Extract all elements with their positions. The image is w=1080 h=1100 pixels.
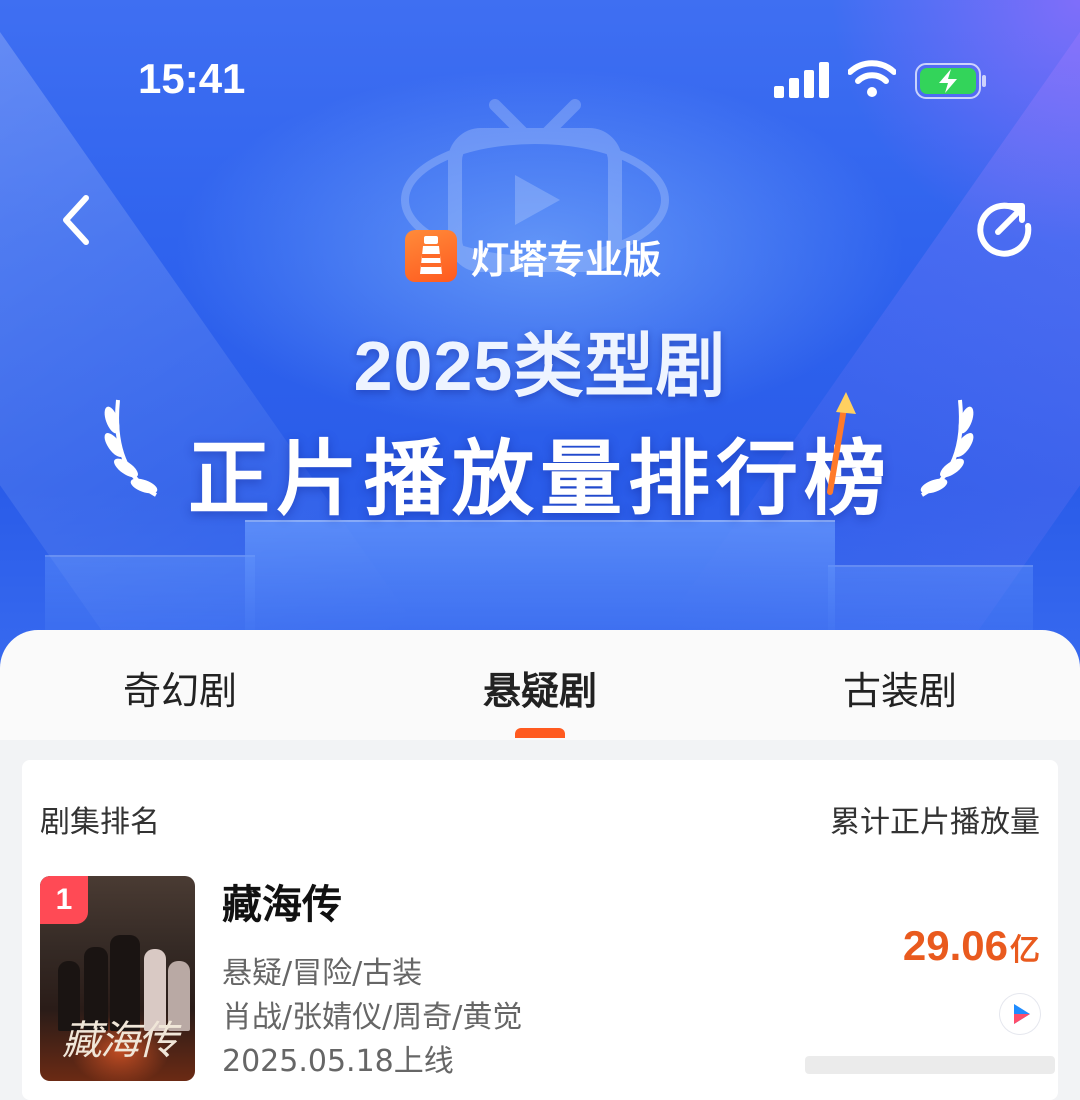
plays-column-header: 累计正片播放量: [830, 805, 1040, 840]
tab-fantasy[interactable]: 奇幻剧: [60, 660, 300, 715]
drama-cast: 肖战/张婧仪/周奇/黄觉: [222, 1000, 523, 1035]
status-time: 15:41: [138, 55, 246, 102]
watermark: [805, 1046, 1055, 1084]
back-chevron-icon[interactable]: [58, 190, 98, 250]
hero-glow: [820, 0, 1080, 240]
youku-play-icon[interactable]: [1000, 994, 1040, 1034]
cellular-signal-icon: [774, 62, 829, 98]
play-count: 29.06 亿: [903, 922, 1040, 970]
poster-title-art: 藏海传: [62, 1018, 178, 1064]
laurel-right-icon: [920, 399, 974, 497]
drama-poster[interactable]: 藏海传 1: [40, 876, 195, 1081]
drama-release-date: 2025.05.18上线: [222, 1044, 454, 1079]
drama-genres: 悬疑/冒险/古装: [222, 956, 423, 991]
lighthouse-logo-icon: [405, 230, 457, 282]
brand-lockup: 灯塔专业版: [405, 228, 661, 284]
play-count-unit: 亿: [1010, 933, 1040, 968]
play-count-value: 29.06: [902, 922, 1008, 969]
laurel-left-icon: [104, 399, 158, 497]
hero-banner: 15:41 灯塔专业版 2025类型剧 正片播放量排行榜: [0, 0, 1080, 700]
wifi-icon: [848, 60, 896, 97]
share-icon[interactable]: [974, 196, 1036, 258]
drama-title[interactable]: 藏海传: [222, 872, 342, 930]
brand-name: 灯塔专业版: [471, 239, 662, 282]
battery-charging-icon: [915, 63, 986, 99]
active-tab-indicator: [515, 728, 565, 738]
category-tabs: 奇幻剧 悬疑剧 古装剧: [0, 630, 1080, 740]
tab-suspense[interactable]: 悬疑剧: [420, 660, 660, 715]
rank-badge: 1: [40, 876, 88, 924]
rank-column-header: 剧集排名: [40, 805, 160, 840]
tab-costume[interactable]: 古装剧: [780, 660, 1020, 715]
rising-arrow-icon: [827, 392, 856, 495]
